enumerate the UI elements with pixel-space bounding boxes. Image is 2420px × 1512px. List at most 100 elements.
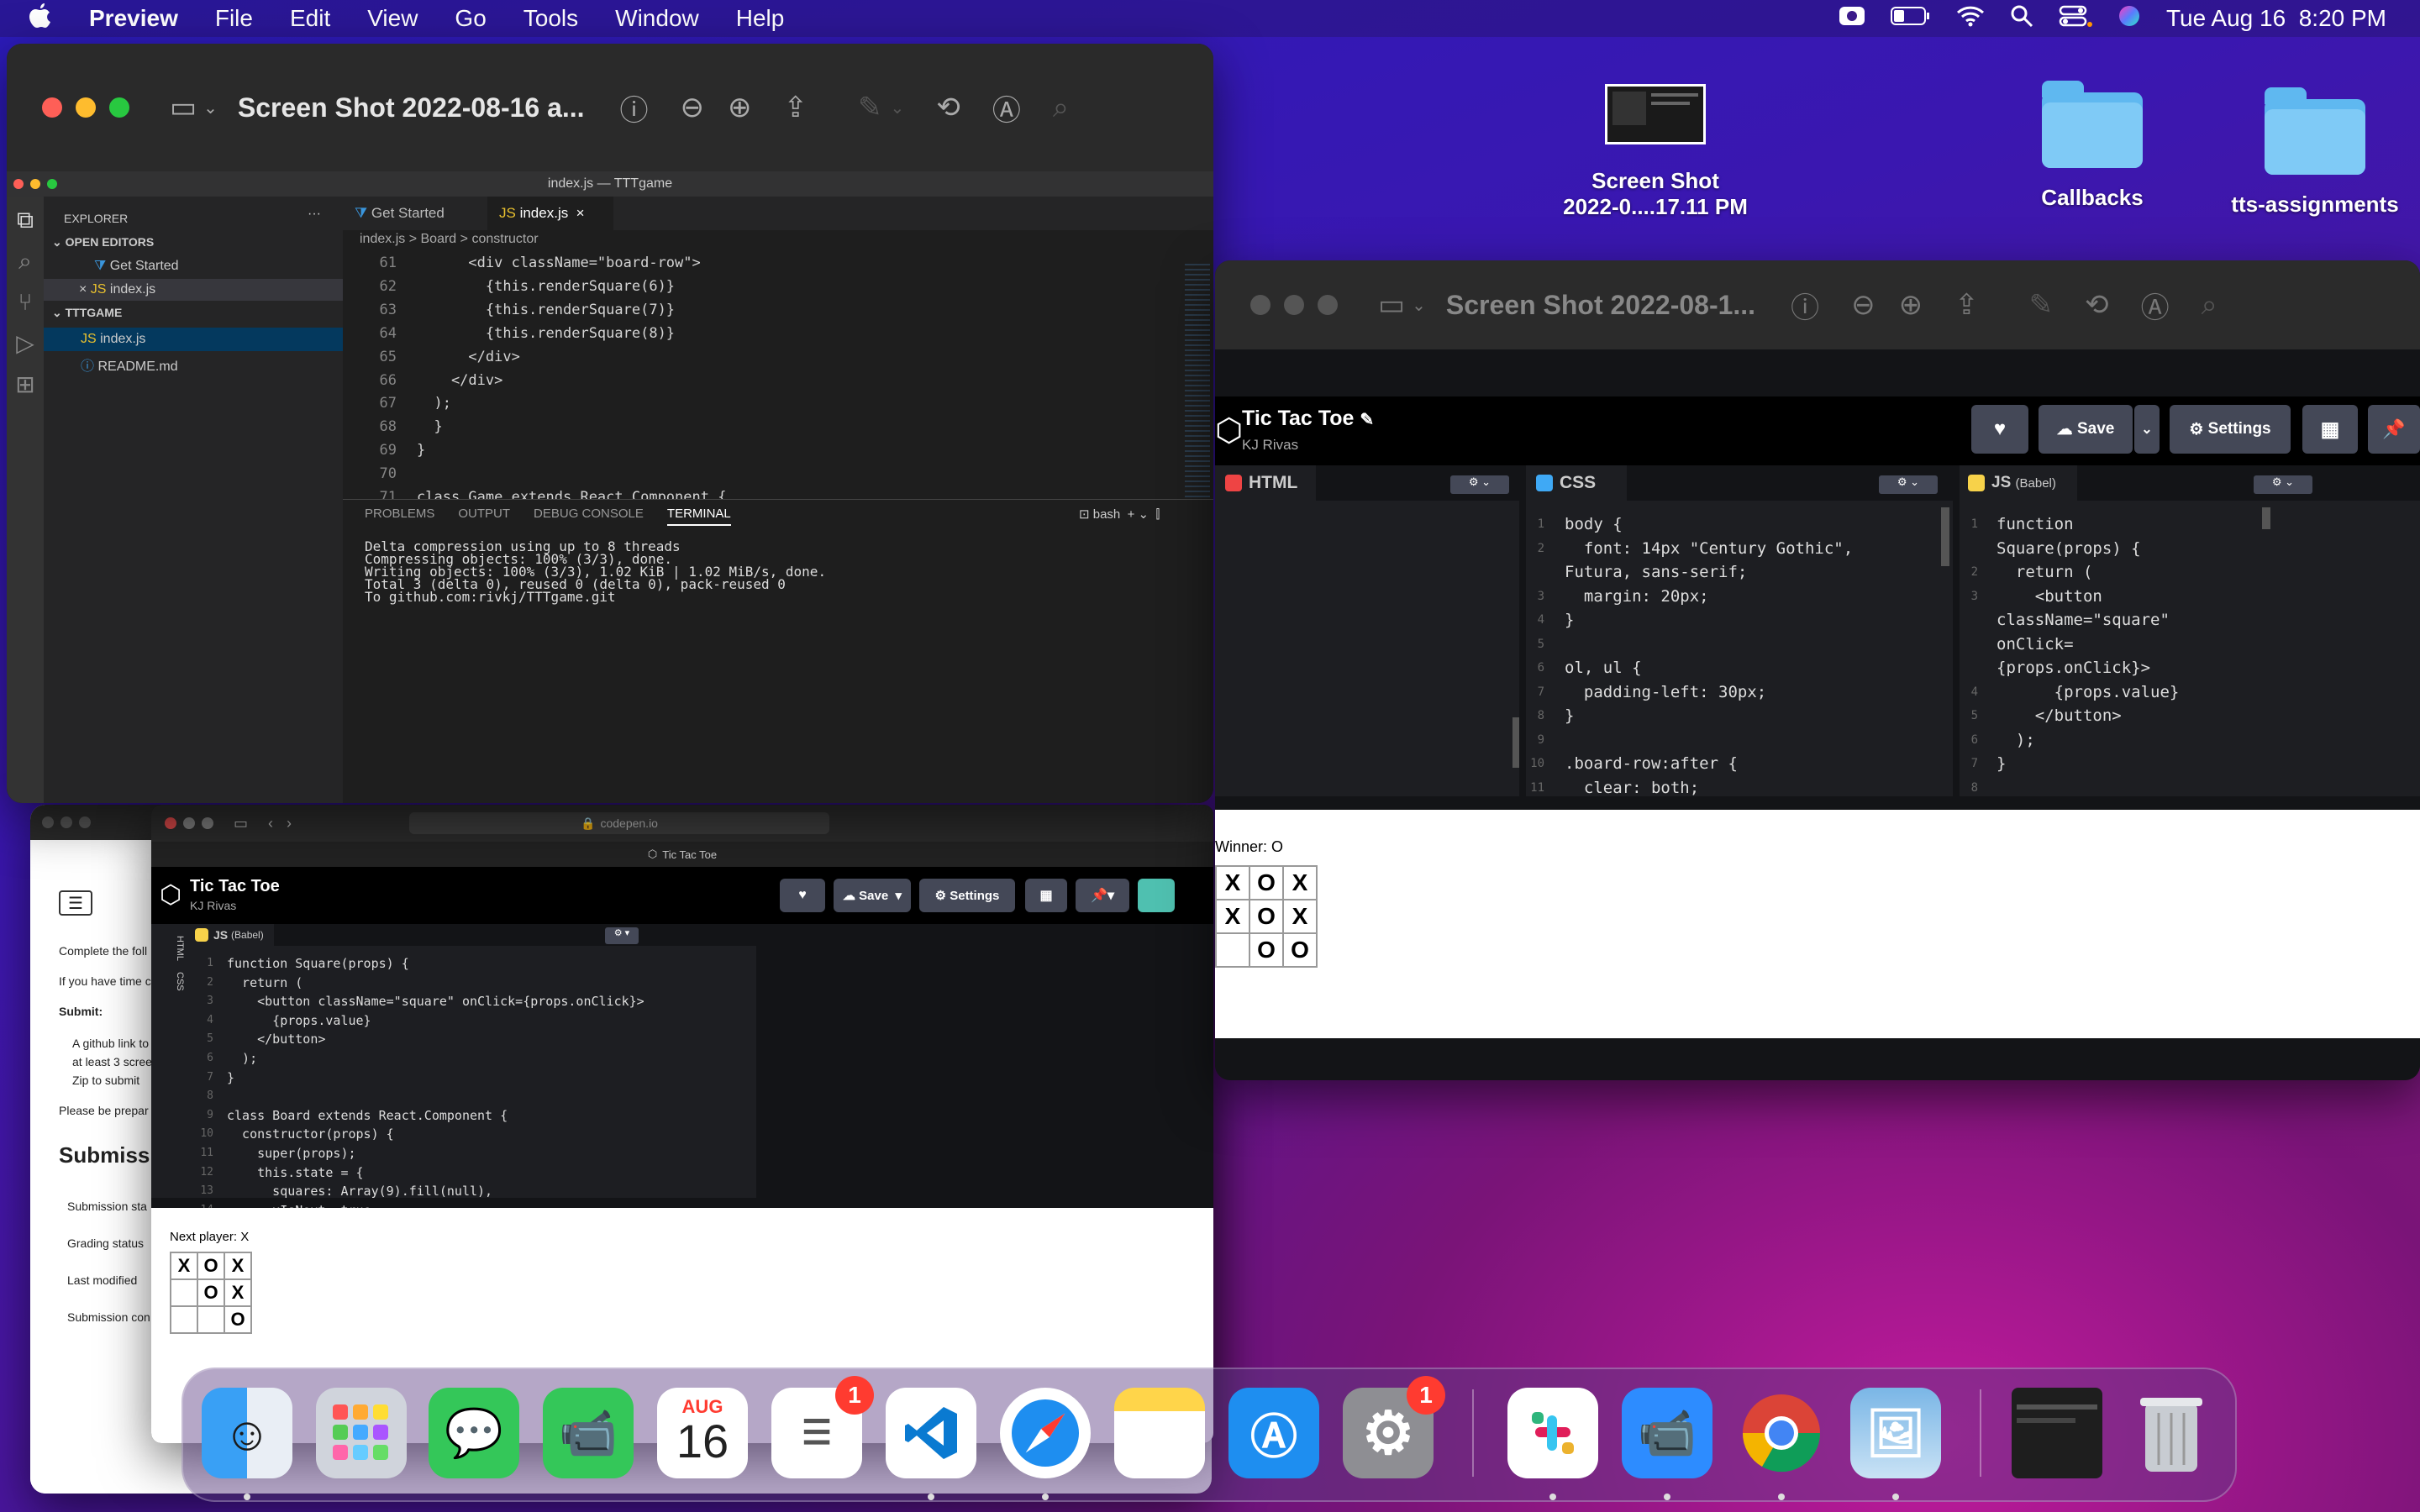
markup-icon[interactable]: Ⓐ	[2141, 285, 2170, 326]
back-icon[interactable]: ‹	[268, 815, 273, 832]
system-preferences-icon[interactable]: ⚙ 1	[1343, 1376, 1445, 1478]
save-button[interactable]: ☁ Save ▾	[834, 879, 911, 912]
zoom-in-icon[interactable]: ⊕	[728, 91, 752, 124]
side-tab-css[interactable]: CSS	[175, 972, 185, 991]
side-tab-html[interactable]: HTML	[175, 936, 185, 961]
tab-get-started[interactable]: ⧩ Get Started	[343, 197, 486, 230]
explorer-icon[interactable]: ⧉	[7, 207, 44, 234]
board-square[interactable]: O	[1282, 932, 1318, 968]
love-button[interactable]: ♥	[780, 879, 825, 912]
browser-close-button[interactable]	[42, 816, 54, 828]
browser-minimize-button[interactable]	[60, 816, 72, 828]
open-editors-header[interactable]: ⌄ OPEN EDITORS	[52, 235, 154, 249]
slack-icon[interactable]	[1507, 1388, 1598, 1478]
board-square[interactable]	[170, 1278, 198, 1307]
open-editor-index-js[interactable]: × JS index.js	[44, 279, 343, 301]
search-icon[interactable]: ⌕	[2202, 289, 2217, 322]
forward-icon[interactable]: ›	[287, 815, 292, 832]
pen-title[interactable]: Tic Tac Toe	[190, 877, 280, 896]
messages-icon[interactable]: 💬	[429, 1388, 519, 1478]
recent-screenshot-thumbnail[interactable]	[2012, 1388, 2102, 1478]
pin-button[interactable]: 📌▾	[1076, 879, 1129, 912]
search-icon[interactable]: ⌕	[1053, 92, 1069, 124]
collapsed-editors[interactable]: HTML CSS	[151, 924, 185, 1198]
zoom-in-icon[interactable]: ⊕	[1899, 288, 1923, 322]
layout-button[interactable]: ▦	[2302, 405, 2358, 454]
wifi-icon[interactable]	[1956, 5, 1985, 33]
close-button[interactable]	[42, 97, 62, 118]
terminal-shell[interactable]: ⊡ bash + ⌄ ⫿	[1079, 507, 1160, 522]
control-center-icon[interactable]	[2059, 4, 2092, 34]
js-code[interactable]: function Square(props) { return ( <button…	[1996, 512, 2179, 800]
board-square[interactable]: X	[224, 1252, 252, 1280]
markup-pen-icon[interactable]: ✎	[858, 91, 882, 124]
board-square[interactable]: X	[170, 1252, 198, 1280]
menu-go[interactable]: Go	[436, 5, 504, 32]
edit-title-icon[interactable]: ✎	[1360, 411, 1374, 429]
zoom-button[interactable]	[1318, 295, 1338, 315]
board-square[interactable]	[170, 1305, 198, 1334]
breadcrumb-class[interactable]: Board	[421, 232, 457, 246]
safari-icon[interactable]	[1000, 1388, 1091, 1478]
chrome-icon[interactable]	[1736, 1388, 1827, 1478]
pin-button[interactable]: 📌	[2368, 405, 2420, 454]
share-icon[interactable]: ⇪	[784, 91, 808, 124]
desktop-folder-tts-assignments[interactable]: tts-assignments	[2218, 87, 2412, 218]
save-dropdown-button[interactable]: ⌄	[2134, 405, 2160, 454]
pen-author[interactable]: KJ Rivas	[190, 899, 236, 912]
cp-zoom-button[interactable]	[202, 817, 213, 829]
board-square[interactable]: O	[224, 1305, 252, 1334]
board-square[interactable]: X	[1215, 899, 1250, 934]
address-bar[interactable]: 🔒 codepen.io	[409, 812, 830, 834]
chevron-down-icon[interactable]: ⌄	[1412, 295, 1426, 316]
chevron-down-icon[interactable]: ⌄	[203, 97, 218, 118]
avatar[interactable]	[1138, 879, 1175, 912]
css-editor-settings-button[interactable]: ⚙ ⌄	[1879, 475, 1938, 494]
menu-tools[interactable]: Tools	[505, 5, 597, 32]
board-square[interactable]: O	[1249, 932, 1284, 968]
app-store-icon[interactable]: Ⓐ	[1228, 1388, 1319, 1478]
desktop-folder-callbacks[interactable]: Callbacks	[2017, 81, 2168, 211]
board-square[interactable]: O	[197, 1278, 225, 1307]
cp-close-button[interactable]	[165, 817, 176, 829]
project-header[interactable]: ⌄ TTTGAME	[52, 306, 122, 320]
board-square[interactable]: X	[1282, 865, 1318, 900]
codepen-logo-icon[interactable]: ⬡	[1215, 412, 1243, 449]
menu-view[interactable]: View	[349, 5, 436, 32]
board-square[interactable]: X	[1215, 865, 1250, 900]
preview-app-icon[interactable]: 🖼	[1850, 1388, 1941, 1478]
pen-title[interactable]: Tic Tac Toe ✎	[1242, 407, 1374, 431]
css-scrollbar[interactable]	[1941, 507, 1949, 566]
minimap[interactable]	[1185, 264, 1210, 499]
js-editor-settings-button[interactable]: ⚙ ▾	[605, 927, 639, 944]
explorer-more-icon[interactable]: ···	[308, 207, 321, 222]
trash-icon[interactable]	[2126, 1388, 2217, 1478]
minimize-button[interactable]	[1284, 295, 1304, 315]
hamburger-menu-icon[interactable]: ☰	[59, 890, 92, 916]
tab-index-js[interactable]: JS index.js ×	[487, 197, 613, 230]
board-square[interactable]: O	[1249, 899, 1284, 934]
menu-clock[interactable]: Tue Aug 16 8:20 PM	[2166, 5, 2386, 32]
js-code[interactable]: function Square(props) { return ( <butto…	[227, 954, 644, 1220]
markup-icon[interactable]: Ⓐ	[992, 87, 1021, 129]
css-code[interactable]: body { font: 14px "Century Gothic", Futur…	[1565, 512, 1853, 800]
info-icon[interactable]: ⓘ	[620, 87, 649, 129]
share-icon[interactable]: ⇪	[1954, 288, 1979, 322]
close-button[interactable]	[1250, 295, 1270, 315]
browser-tab-title[interactable]: Tic Tac Toe	[662, 848, 717, 861]
search-icon[interactable]: ⌕	[7, 248, 44, 276]
board-square[interactable]	[1215, 932, 1250, 968]
save-button[interactable]: ☁ Save	[2039, 405, 2133, 454]
launchpad-icon[interactable]	[316, 1388, 407, 1478]
love-button[interactable]: ♥	[1971, 405, 2028, 454]
layout-button[interactable]: ▦	[1025, 879, 1067, 912]
terminal-output[interactable]: Delta compression using up to 8 threads C…	[365, 540, 826, 604]
menu-help[interactable]: Help	[718, 5, 803, 32]
menu-app-name[interactable]: Preview	[71, 5, 197, 32]
calendar-icon[interactable]: AUG 16	[657, 1388, 748, 1478]
board-square[interactable]: X	[1282, 899, 1318, 934]
tab-problems[interactable]: PROBLEMS	[365, 507, 434, 526]
spotlight-search-icon[interactable]	[2010, 4, 2033, 34]
settings-button[interactable]: ⚙ Settings	[919, 879, 1015, 912]
rotate-icon[interactable]: ⟲	[2085, 288, 2109, 322]
